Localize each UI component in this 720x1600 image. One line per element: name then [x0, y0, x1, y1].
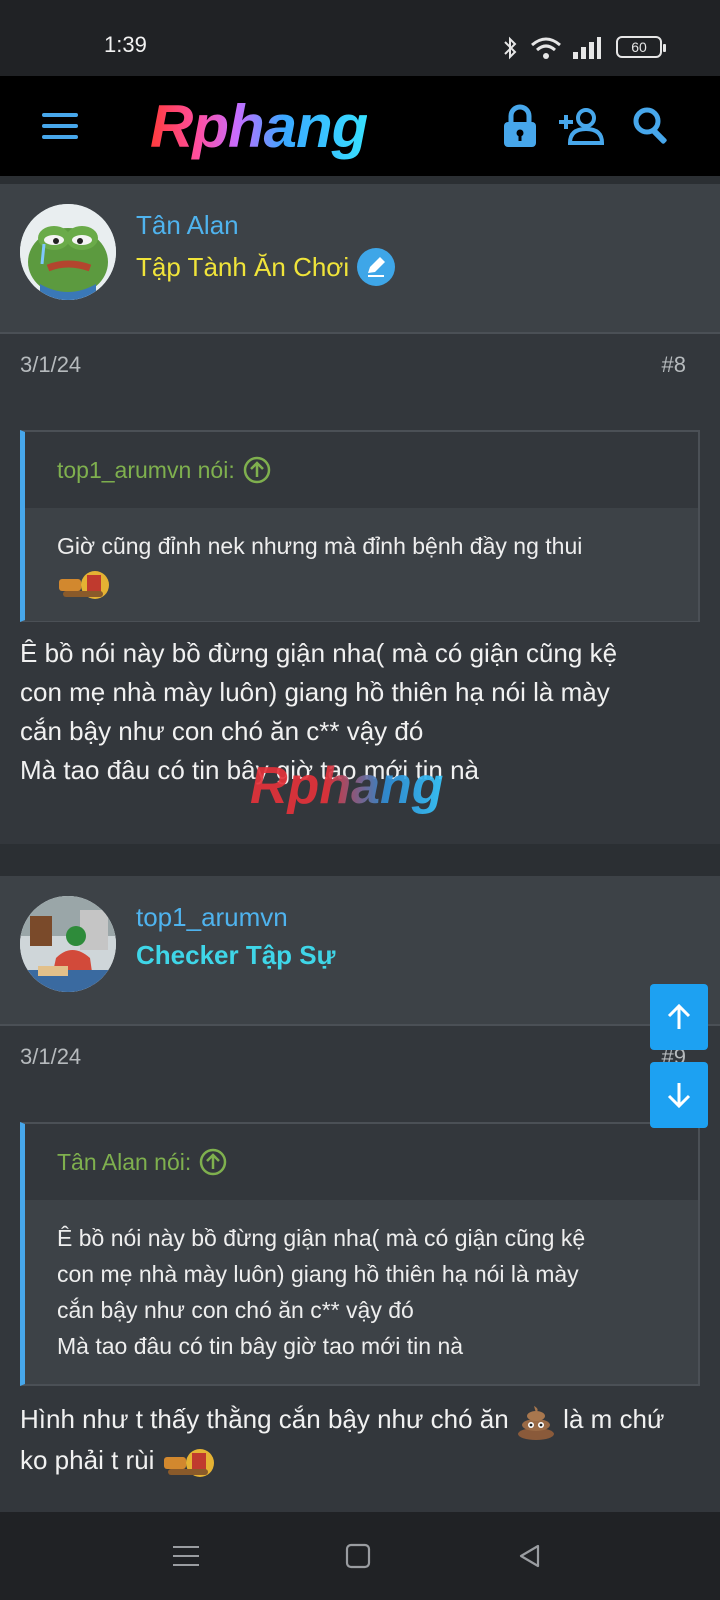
post-body-text: Hình như t thấy thằng cắn bậy như chó ăn: [20, 1404, 509, 1434]
login-button[interactable]: [494, 100, 546, 152]
wifi-icon: [531, 37, 561, 59]
menu-icon: [42, 113, 78, 139]
quote-author: top1_arumvn nói:: [57, 456, 235, 483]
site-logo[interactable]: Rphang: [150, 92, 368, 162]
quote-header[interactable]: Tân Alan nói:: [25, 1124, 698, 1200]
arrow-down-icon: [667, 1083, 691, 1109]
post-body-line: con mẹ nhà mày luôn) giang hồ thiên hạ n…: [20, 677, 610, 707]
status-bar: 1:39 60: [0, 0, 720, 76]
avatar[interactable]: [20, 896, 116, 992]
username[interactable]: top1_arumvn: [136, 902, 288, 933]
menu-button[interactable]: [34, 100, 86, 152]
bomb-emoji-icon: [59, 570, 109, 599]
register-button[interactable]: [556, 100, 608, 152]
user-title: Tập Tành Ăn Chơi: [136, 251, 350, 282]
system-nav-bar: [0, 1512, 720, 1600]
search-button[interactable]: [626, 100, 678, 152]
quote-line: Ê bồ nói này bồ đừng giận nha( mà có giậ…: [57, 1225, 586, 1251]
quote-body: Ê bồ nói này bồ đừng giận nha( mà có giậ…: [25, 1200, 698, 1384]
home-button[interactable]: [340, 1538, 376, 1574]
bomb-emoji-icon: [163, 1449, 214, 1478]
post-body-text: là m chứ: [563, 1404, 665, 1434]
arrow-up-icon: [667, 1003, 691, 1029]
post-user-block: Tân Alan Tập Tành Ăn Chơi: [0, 184, 720, 334]
verified-badge-icon: [357, 248, 396, 286]
post-body-text: ko phải t rùi: [20, 1445, 155, 1476]
post-body-line: Hình như t thấy thằng cắn bậy như chó ăn…: [20, 1400, 710, 1441]
post-9: top1_arumvn Checker Tập Sự 3/1/24 #9 Tân…: [0, 876, 720, 1512]
scroll-bottom-button[interactable]: [650, 1062, 708, 1128]
add-user-icon: [559, 108, 605, 145]
quote-line: cắn bậy như con chó ăn c** vậy đó: [57, 1297, 414, 1323]
battery-indicator: 60: [616, 36, 666, 58]
user-title-row: Checker Tập Sự: [136, 940, 335, 971]
lock-icon: [504, 104, 536, 147]
user-title: Checker Tập Sự: [136, 940, 336, 970]
status-time: 1:39: [104, 32, 147, 57]
username[interactable]: Tân Alan: [136, 210, 239, 241]
post-user-block: top1_arumvn Checker Tập Sự: [0, 876, 720, 1026]
post-body-line: cắn bậy như con chó ăn c** vậy đó: [20, 716, 424, 746]
quote-text: Giờ cũng đỉnh nek nhưng mà đỉnh bệnh đầy…: [57, 533, 583, 559]
quote-header[interactable]: top1_arumvn nói:: [25, 432, 698, 508]
avatar[interactable]: [20, 204, 116, 300]
scroll-top-button[interactable]: [650, 984, 708, 1050]
arrow-up-circle-icon[interactable]: [199, 1148, 227, 1176]
status-icons: [500, 36, 602, 60]
poop-emoji-icon: [517, 1406, 554, 1441]
search-icon: [633, 107, 667, 144]
bluetooth-icon: [504, 36, 517, 60]
signal-icon: [573, 37, 601, 59]
home-icon: [345, 1543, 371, 1569]
back-button[interactable]: [512, 1538, 548, 1574]
user-title-row: Tập Tành Ăn Chơi: [136, 248, 396, 286]
quote-block: top1_arumvn nói: Giờ cũng đỉnh nek nhưng…: [20, 430, 700, 622]
recents-icon: [173, 1546, 199, 1566]
quote-body: Giờ cũng đỉnh nek nhưng mà đỉnh bệnh đầy…: [25, 508, 698, 621]
post-8: Tân Alan Tập Tành Ăn Chơi 3/1/24 #8 top1…: [0, 184, 720, 844]
post-number[interactable]: #8: [662, 352, 686, 378]
quote-line: con mẹ nhà mày luôn) giang hồ thiên hạ n…: [57, 1261, 579, 1287]
watermark-logo: Rphang: [250, 757, 444, 815]
recents-button[interactable]: [168, 1538, 204, 1574]
post-body-line: Ê bồ nói này bồ đừng giận nha( mà có giậ…: [20, 638, 618, 668]
quote-block: Tân Alan nói: Ê bồ nói này bồ đừng giận …: [20, 1122, 700, 1386]
arrow-up-circle-icon[interactable]: [243, 456, 271, 484]
post-date[interactable]: 3/1/24: [20, 1044, 81, 1070]
quote-author: Tân Alan nói:: [57, 1148, 192, 1175]
back-icon: [519, 1544, 540, 1568]
post-body-line: ko phải t rùi: [20, 1441, 710, 1480]
quote-line: Mà tao đâu có tin bây giờ tao mới tin nà: [57, 1333, 464, 1359]
post-body: Hình như t thấy thằng cắn bậy như chó ăn…: [20, 1400, 710, 1480]
app-header: Rphang: [0, 76, 720, 176]
post-date[interactable]: 3/1/24: [20, 352, 81, 378]
